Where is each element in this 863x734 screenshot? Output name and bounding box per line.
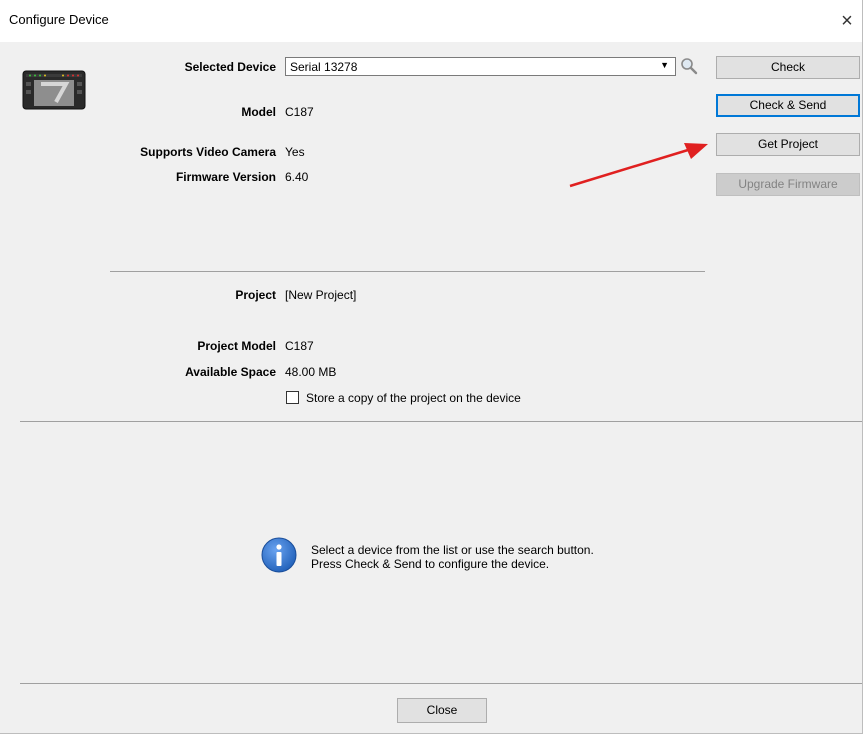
check-send-button[interactable]: Check & Send	[716, 94, 860, 117]
section-divider	[110, 271, 705, 272]
close-button[interactable]: Close	[397, 698, 487, 723]
info-line-1: Select a device from the list or use the…	[311, 543, 594, 557]
upgrade-firmware-button: Upgrade Firmware	[716, 173, 860, 196]
info-icon	[261, 537, 297, 573]
firmware-version-value: 6.40	[285, 170, 309, 184]
firmware-version-label: Firmware Version	[175, 170, 276, 184]
video-camera-value: Yes	[285, 145, 305, 159]
video-camera-label: Supports Video Camera	[140, 145, 276, 159]
model-value: C187	[285, 105, 314, 119]
info-line-2: Press Check & Send to configure the devi…	[311, 557, 550, 571]
model-label: Model	[241, 105, 276, 119]
search-icon[interactable]	[680, 57, 698, 75]
get-project-button[interactable]: Get Project	[716, 133, 860, 156]
selected-device-label: Selected Device	[184, 60, 276, 74]
chevron-down-icon[interactable]: ▼	[660, 60, 669, 70]
available-space-value: 48.00 MB	[285, 365, 337, 379]
configure-device-dialog: Configure Device × Selected Device Seria…	[0, 0, 863, 734]
annotation-arrow	[569, 143, 708, 188]
title-bar: Configure Device ×	[0, 0, 862, 42]
window-title: Configure Device	[9, 12, 109, 27]
project-model-label: Project Model	[197, 339, 276, 353]
info-message: Select a device from the list or use the…	[311, 543, 594, 571]
footer-divider	[20, 683, 862, 684]
close-window-icon[interactable]: ×	[834, 8, 860, 34]
panel-divider	[20, 421, 862, 422]
device-select[interactable]: Serial 13278 ▼	[285, 57, 676, 76]
device-select-value: Serial 13278	[290, 60, 358, 74]
store-copy-label[interactable]: Store a copy of the project on the devic…	[306, 391, 521, 405]
project-model-value: C187	[285, 339, 314, 353]
project-label: Project	[235, 288, 276, 302]
store-copy-checkbox[interactable]	[286, 391, 299, 404]
project-value: [New Project]	[285, 288, 357, 302]
check-button[interactable]: Check	[716, 56, 860, 79]
device-display-icon	[22, 70, 86, 110]
available-space-label: Available Space	[185, 365, 276, 379]
